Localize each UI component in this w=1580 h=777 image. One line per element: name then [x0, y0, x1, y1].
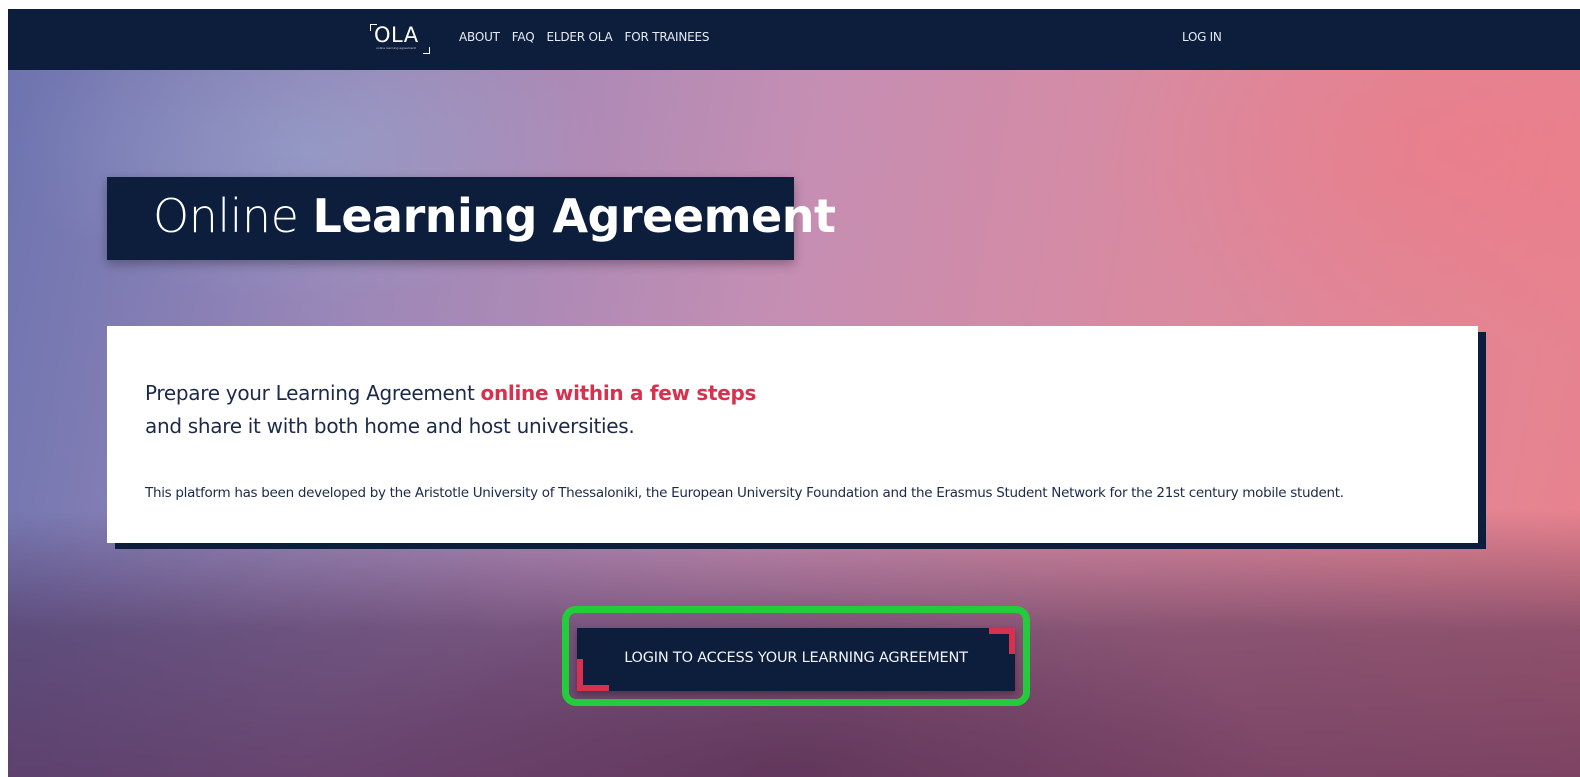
page-title-light: Online — [153, 189, 299, 243]
intro-note: This platform has been developed by the … — [145, 485, 1344, 501]
top-navbar: OLA online learning agreement ABOUT FAQ … — [8, 9, 1580, 70]
nav-link-for-trainees[interactable]: FOR TRAINEES — [625, 30, 710, 44]
ola-logo[interactable]: OLA online learning agreement — [370, 21, 430, 55]
page-title-bold: Learning Agreement — [312, 189, 836, 243]
intro-card: Prepare your Learning Agreement online w… — [107, 326, 1478, 543]
intro-line-1-highlight: online within a few steps — [480, 381, 757, 405]
page-frame: OLA online learning agreement ABOUT FAQ … — [8, 9, 1580, 777]
page-title-box: Online Learning Agreement — [107, 177, 836, 260]
nav-link-faq[interactable]: FAQ — [512, 30, 535, 44]
nav-link-about[interactable]: ABOUT — [459, 30, 500, 44]
nav-links: ABOUT FAQ ELDER OLA FOR TRAINEES — [459, 30, 721, 44]
intro-line-2: and share it with both home and host uni… — [145, 414, 635, 438]
page-title: Online Learning Agreement — [153, 189, 836, 243]
nav-link-elder-ola[interactable]: ELDER OLA — [546, 30, 612, 44]
logo-text: OLA — [374, 23, 419, 47]
logo-corner-bottom-right — [423, 47, 430, 54]
login-link[interactable]: LOG IN — [1182, 30, 1222, 44]
login-access-button[interactable]: LOGIN TO ACCESS YOUR LEARNING AGREEMENT — [577, 628, 1015, 691]
intro-line-1: Prepare your Learning Agreement online w… — [145, 380, 756, 406]
intro-line-1-prefix: Prepare your Learning Agreement — [145, 381, 475, 405]
login-access-button-label: LOGIN TO ACCESS YOUR LEARNING AGREEMENT — [624, 650, 968, 666]
logo-subtitle: online learning agreement — [376, 46, 416, 50]
